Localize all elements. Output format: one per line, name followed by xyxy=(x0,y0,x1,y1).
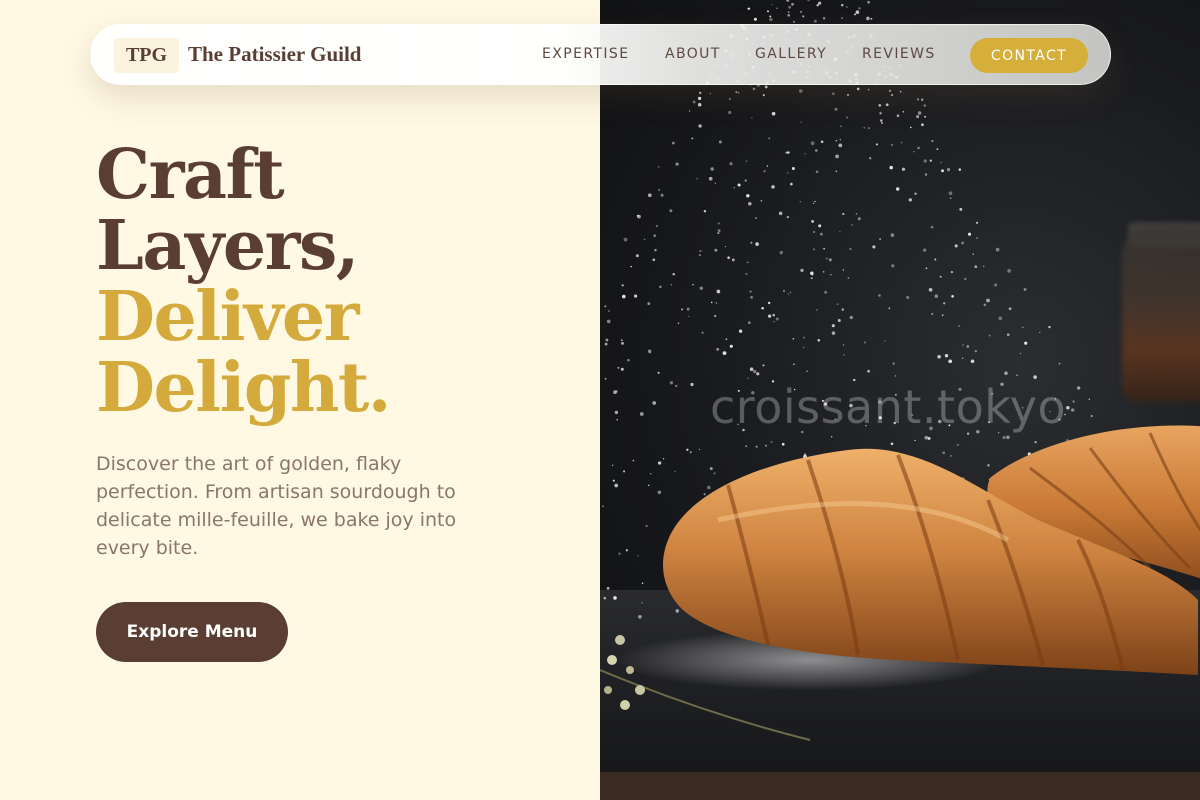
explore-menu-button[interactable]: Explore Menu xyxy=(96,602,288,662)
hero-description: Discover the art of golden, flaky perfec… xyxy=(96,453,457,559)
headline-line-layers: Layers, xyxy=(96,206,359,286)
hero-headline: Craft Layers, Deliver Delight. xyxy=(96,135,391,428)
hero-left-panel: Craft Layers, Deliver Delight. Discover … xyxy=(0,0,600,800)
brand-name[interactable]: The Patissier Guild xyxy=(188,42,361,67)
plant-sprig-image xyxy=(600,635,811,741)
watermark-text: croissant.tokyo xyxy=(710,380,1067,434)
headline-line-delight: Delight. xyxy=(96,348,391,428)
nav-link-about[interactable]: ABOUT xyxy=(665,46,721,62)
contact-button[interactable]: CONTACT xyxy=(970,38,1088,73)
hero-image: croissant.tokyo xyxy=(600,0,1200,800)
logo-mark[interactable]: TPG xyxy=(114,38,179,73)
nav-link-expertise[interactable]: EXPERTISE xyxy=(542,46,629,62)
nav-link-reviews[interactable]: REVIEWS xyxy=(862,46,936,62)
nav-link-gallery[interactable]: GALLERY xyxy=(755,46,827,62)
headline-line-craft: Craft xyxy=(96,135,285,215)
top-navbar: TPG The Patissier Guild EXPERTISE ABOUT … xyxy=(90,24,1111,85)
headline-line-deliver: Deliver xyxy=(96,277,359,357)
